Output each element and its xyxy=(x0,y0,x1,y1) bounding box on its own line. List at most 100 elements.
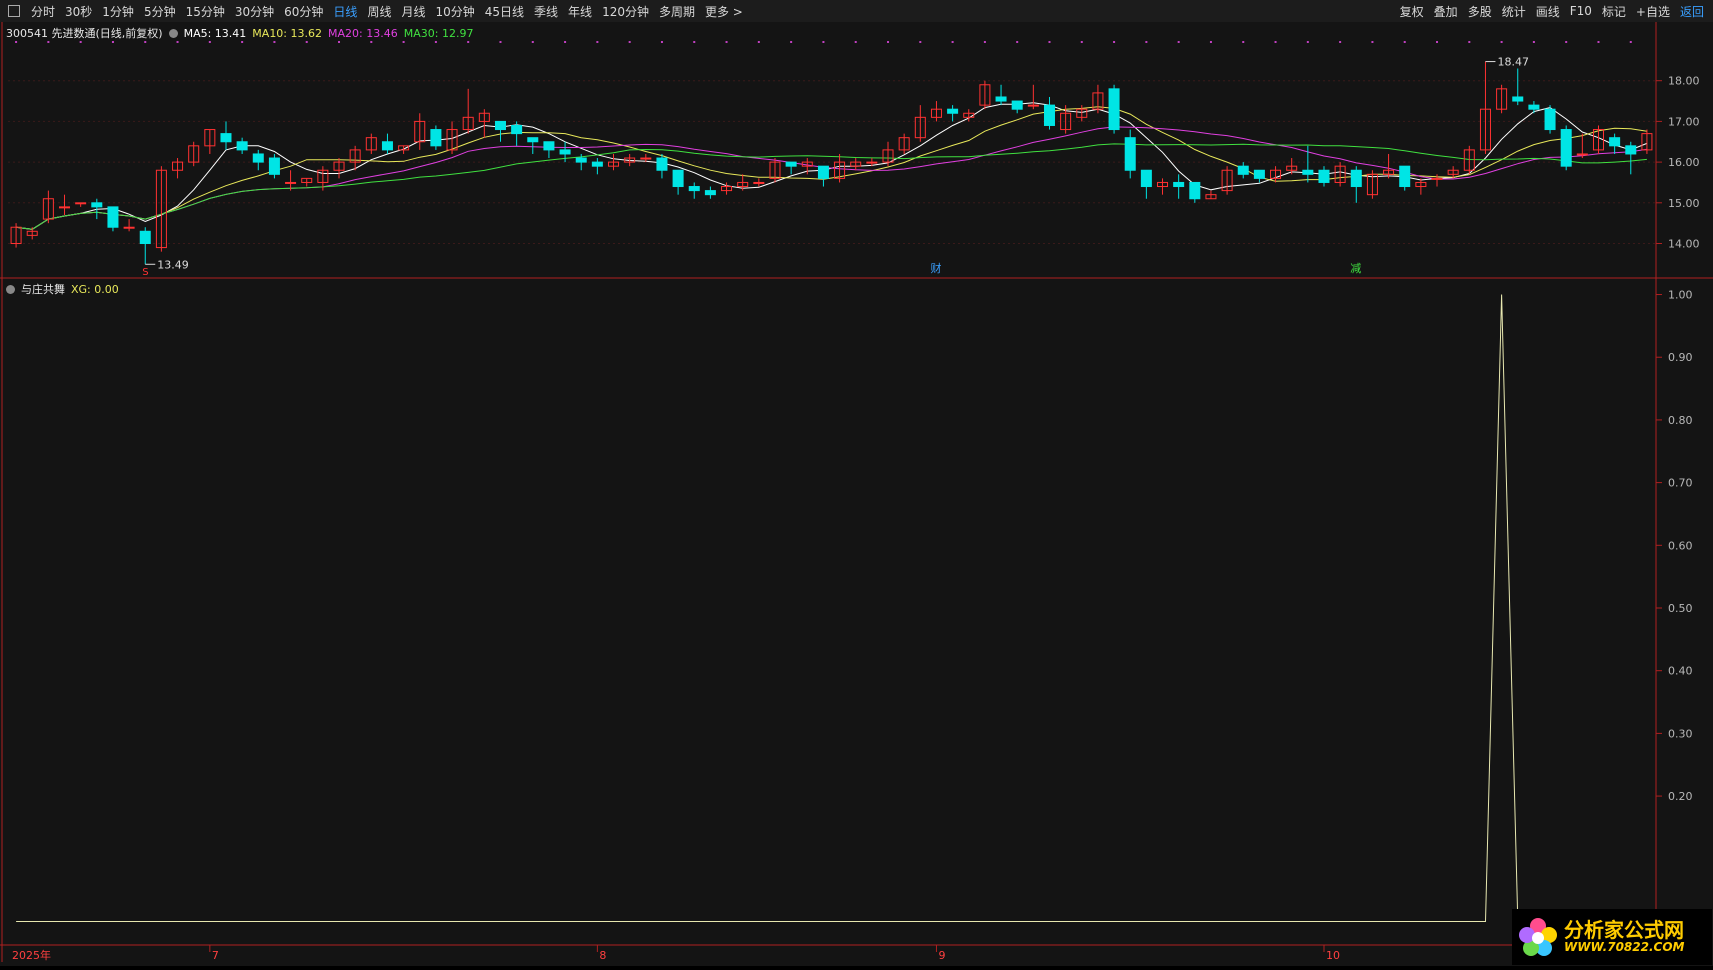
x-label-0: 2025年 xyxy=(12,948,51,962)
candle-body-7 xyxy=(123,226,135,229)
sub-tick-label-5: 0.70 xyxy=(1668,477,1693,490)
top-dot-96 xyxy=(1565,41,1568,43)
candle-body-58 xyxy=(947,108,959,114)
period-tab-14[interactable]: 120分钟 xyxy=(597,3,654,20)
x-label-1: 7 xyxy=(212,949,219,962)
toolbar-action-8[interactable]: 返回 xyxy=(1675,3,1709,20)
period-tab-5[interactable]: 30分钟 xyxy=(230,3,279,20)
period-tab-11[interactable]: 45日线 xyxy=(480,3,529,20)
top-dot-44 xyxy=(725,41,728,43)
top-dot-58 xyxy=(951,41,954,43)
candle-body-88 xyxy=(1431,177,1443,180)
toolbar-action-4[interactable]: 画线 xyxy=(1531,3,1565,20)
settings-icon[interactable] xyxy=(168,28,178,38)
top-dot-36 xyxy=(596,41,599,43)
xg-value: XG: 0.00 xyxy=(71,282,119,296)
top-dot-4 xyxy=(79,41,82,43)
candle-body-33 xyxy=(543,141,555,151)
period-tab-7[interactable]: 日线 xyxy=(328,3,362,20)
sub-tick-label-6: 0.80 xyxy=(1668,414,1693,427)
period-tab-15[interactable]: 多周期 xyxy=(654,3,700,20)
top-dot-20 xyxy=(338,41,341,43)
candle-body-3 xyxy=(59,206,71,209)
candle-body-93 xyxy=(1512,96,1524,102)
chart-area: 14.00 15.00 16.00 17.00 18.00 0.20 0.30 0.40 0.5… xyxy=(0,22,1713,966)
marker-cai: 财 xyxy=(930,261,941,275)
window-icon[interactable] xyxy=(8,5,20,17)
sub-tick-label-1: 0.30 xyxy=(1668,727,1693,740)
main-tick-label-1: 15.00 xyxy=(1668,197,1700,210)
candle-body-40 xyxy=(656,157,668,171)
candle-body-8 xyxy=(139,230,151,245)
period-tab-4[interactable]: 15分钟 xyxy=(181,3,230,20)
candle-body-39 xyxy=(640,157,652,160)
top-dot-42 xyxy=(693,41,696,43)
xg-indicator-line xyxy=(16,294,1647,922)
candle-body-4 xyxy=(75,202,87,205)
indicator-settings-icon[interactable] xyxy=(6,284,15,294)
candle-body-34 xyxy=(559,149,571,155)
top-dot-30 xyxy=(499,41,502,43)
ma10-label: MA10: 13.62 xyxy=(252,26,323,40)
candle-body-53 xyxy=(866,161,878,164)
toolbar-actions: 复权 叠加 多股 统计 画线 F10 标记 +自选 返回 xyxy=(1395,0,1709,22)
toolbar-action-1[interactable]: 叠加 xyxy=(1429,3,1463,20)
candle-body-46 xyxy=(753,181,765,184)
top-dot-52 xyxy=(854,41,857,43)
toolbar-action-7[interactable]: +自选 xyxy=(1631,3,1675,20)
logo-url-text: WWW.70822.COM xyxy=(1564,940,1685,955)
toolbar-action-0[interactable]: 复权 xyxy=(1395,3,1429,20)
ma20-label: MA20: 13.46 xyxy=(328,26,398,40)
candle-body-100 xyxy=(1625,145,1637,155)
candle-body-96 xyxy=(1560,129,1572,167)
period-tab-13[interactable]: 年线 xyxy=(563,3,597,20)
top-dot-68 xyxy=(1113,41,1116,43)
candle-body-95 xyxy=(1544,108,1556,131)
low-label: 13.49 xyxy=(157,258,189,271)
logo-brand-text: 分析家公式网 xyxy=(1564,918,1684,943)
top-dot-98 xyxy=(1597,41,1600,43)
toolbar-action-6[interactable]: 标记 xyxy=(1597,3,1631,20)
candle-body-77 xyxy=(1253,169,1265,179)
top-dot-56 xyxy=(919,41,922,43)
toolbar-action-5[interactable]: F10 xyxy=(1565,4,1597,18)
top-dot-16 xyxy=(273,41,276,43)
indicator-name[interactable]: 与庄共舞 xyxy=(21,281,65,297)
candle-body-62 xyxy=(1011,100,1023,110)
sub-legend: 与庄共舞 XG: 0.00 xyxy=(6,281,119,297)
candle-body-23 xyxy=(381,141,393,151)
period-tab-6[interactable]: 60分钟 xyxy=(279,3,328,20)
period-tab-9[interactable]: 月线 xyxy=(396,3,430,20)
period-tab-1[interactable]: 30秒 xyxy=(60,3,97,20)
toolbar-action-3[interactable]: 统计 xyxy=(1497,3,1531,20)
period-tab-12[interactable]: 季线 xyxy=(529,3,563,20)
top-dot-72 xyxy=(1177,41,1180,43)
period-tab-0[interactable]: 分时 xyxy=(26,3,60,20)
toolbar-action-2[interactable]: 多股 xyxy=(1463,3,1497,20)
period-tabs: 分时 30秒 1分钟 5分钟 15分钟 30分钟 60分钟 日线 周线 月线 10分钟 45日线 季线年… xyxy=(0,3,748,20)
chart-svg[interactable]: 14.00 15.00 16.00 17.00 18.00 0.20 0.30 0.40 0.5… xyxy=(0,22,1713,966)
top-dot-64 xyxy=(1048,41,1051,43)
sub-tick-label-4: 0.60 xyxy=(1668,539,1693,552)
period-tab-16[interactable]: 更多 > xyxy=(700,3,748,20)
stock-title[interactable]: 300541 先进数通(日线,前复权) xyxy=(6,25,163,41)
sub-tick-label-3: 0.50 xyxy=(1668,602,1693,615)
top-dot-46 xyxy=(757,41,760,43)
marker-s: S xyxy=(142,267,148,278)
top-dot-28 xyxy=(467,41,470,43)
period-tab-10[interactable]: 10分钟 xyxy=(430,3,479,20)
top-dot-62 xyxy=(1016,41,1019,43)
candle-body-69 xyxy=(1124,137,1136,171)
candle-body-5 xyxy=(91,202,103,208)
period-tab-2[interactable]: 1分钟 xyxy=(97,3,139,20)
top-dot-82 xyxy=(1339,41,1342,43)
candle-body-42 xyxy=(688,186,700,192)
top-dot-80 xyxy=(1306,41,1309,43)
top-dot-0 xyxy=(15,41,18,43)
period-tab-8[interactable]: 周线 xyxy=(362,3,396,20)
top-dot-40 xyxy=(660,41,663,43)
top-dot-32 xyxy=(531,41,534,43)
period-tab-3[interactable]: 5分钟 xyxy=(139,3,181,20)
sub-tick-label-2: 0.40 xyxy=(1668,665,1693,678)
candle-body-32 xyxy=(527,137,539,143)
